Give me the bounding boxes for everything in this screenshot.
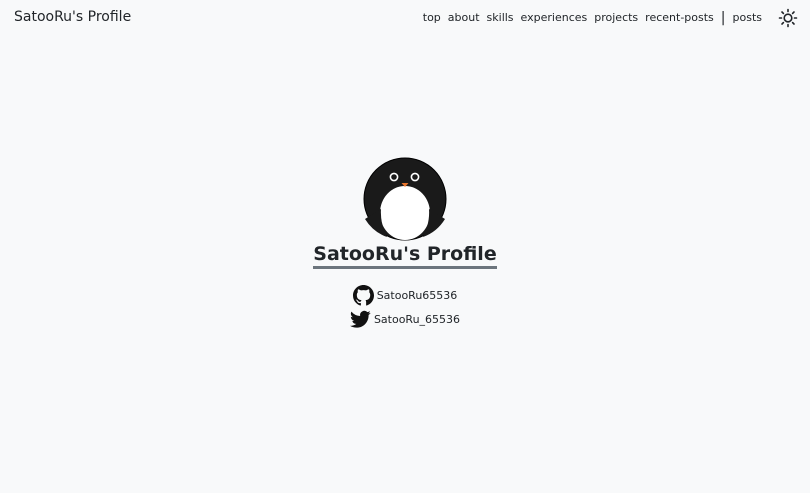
nav-link-posts[interactable]: posts <box>733 11 763 24</box>
nav-separator: | <box>720 9 726 26</box>
nav-links: top about skills experiences projects re… <box>423 9 763 26</box>
theme-toggle-button[interactable] <box>778 8 798 28</box>
penguin-avatar <box>363 157 447 241</box>
profile-title: SatooRu's Profile <box>313 243 497 269</box>
github-username: SatooRu65536 <box>376 288 458 302</box>
nav-link-experiences[interactable]: experiences <box>521 11 588 24</box>
nav-link-projects[interactable]: projects <box>594 11 638 24</box>
github-link[interactable]: SatooRu65536 <box>352 283 458 307</box>
nav-link-skills[interactable]: skills <box>487 11 514 24</box>
social-links: SatooRu65536 SatooRu_65536 <box>0 283 810 331</box>
nav-link-recent-posts[interactable]: recent-posts <box>645 11 714 24</box>
twitter-username: SatooRu_65536 <box>373 312 461 326</box>
github-icon <box>352 284 374 305</box>
twitter-link[interactable]: SatooRu_65536 <box>349 307 461 331</box>
twitter-icon <box>349 310 371 328</box>
brand-link[interactable]: SatooRu's Profile <box>14 9 131 25</box>
navbar: SatooRu's Profile top about skills exper… <box>0 0 810 38</box>
hero-section: SatooRu's Profile SatooRu65536 SatooRu_6… <box>0 157 810 331</box>
nav-link-top[interactable]: top <box>423 11 441 24</box>
sun-icon <box>778 8 798 28</box>
nav-link-about[interactable]: about <box>448 11 480 24</box>
